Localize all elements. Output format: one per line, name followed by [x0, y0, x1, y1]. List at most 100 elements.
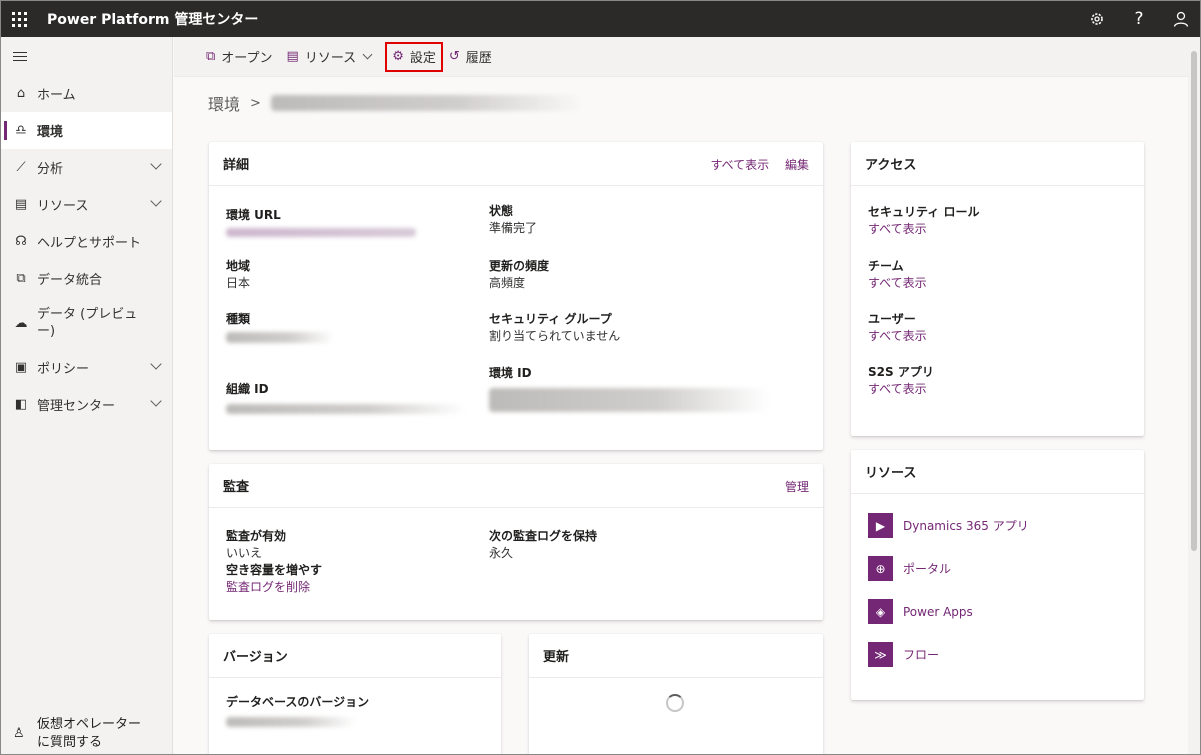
field-label: 環境 ID — [489, 366, 532, 380]
chevron-down-icon[interactable] — [150, 158, 162, 170]
user-icon[interactable] — [1160, 1, 1200, 37]
chevron-down-icon[interactable] — [150, 195, 162, 207]
s2s-apps-see-all-link[interactable]: すべて表示 — [868, 381, 934, 398]
settings-button[interactable]: ⚙ 設定 — [385, 41, 443, 72]
updates-card-title: 更新 — [543, 650, 570, 665]
version-card-title: バージョン — [223, 650, 288, 665]
details-card: 詳細 すべて表示 編集 環境 URL 状態 準備完了 地域 日本 更新の頻度 高… — [209, 142, 823, 450]
policies-icon: ▣ — [14, 360, 28, 375]
help-icon[interactable]: ? — [1118, 1, 1160, 37]
field-audit-retention: 次の監査ログを保持 永久 — [489, 528, 597, 562]
details-card-actions: すべて表示 編集 — [698, 156, 809, 173]
resource-label: Power Apps — [903, 604, 973, 619]
command-bar: ⧉ オープン ▤ リソース ⚙ 設定 ↺ 履歴 — [174, 37, 1189, 77]
vertical-scrollbar[interactable] — [1188, 37, 1200, 754]
virtual-agent-button[interactable]: ♙ 仮想オペレーター に質問する — [1, 716, 173, 752]
resources-dropdown-label: リソース — [304, 51, 357, 66]
field-value: 永久 — [489, 546, 514, 560]
access-teams: チーム すべて表示 — [868, 258, 927, 292]
resources-dropdown[interactable]: ▤ リソース — [286, 43, 373, 71]
field-value: 準備完了 — [489, 221, 538, 235]
resources-card-title: リソース — [865, 466, 917, 481]
breadcrumb-environments[interactable]: 環境 — [208, 91, 240, 115]
history-button[interactable]: ↺ 履歴 — [449, 43, 492, 71]
sidebar-item-data-integration[interactable]: ⧉ データ統合 — [1, 260, 172, 297]
users-see-all-link[interactable]: すべて表示 — [868, 328, 927, 345]
field-value: 高頻度 — [489, 276, 526, 290]
resource-portals[interactable]: ⊕ ポータル — [851, 547, 1144, 590]
access-security-roles: セキュリティ ロール すべて表示 — [868, 204, 979, 238]
dynamics-icon: ▶ — [868, 513, 893, 538]
scrollbar-thumb[interactable] — [1191, 51, 1197, 551]
field-label: セキュリティ ロール — [868, 205, 980, 219]
details-card-header: 詳細 すべて表示 編集 — [209, 142, 823, 186]
app-title[interactable]: Power Platform 管理センター — [47, 9, 258, 29]
environments-icon: ♎ — [15, 123, 27, 138]
admin-centers-icon: ◧ — [14, 397, 28, 412]
resource-label: ポータル — [903, 562, 952, 576]
sidebar-item-label: 環境 — [37, 125, 64, 140]
field-value: 日本 — [226, 276, 251, 290]
sidebar-item-help-support[interactable]: ☊ ヘルプとサポート — [1, 223, 172, 260]
flow-icon: ≫ — [868, 642, 893, 667]
resource-flows[interactable]: ≫ フロー — [851, 633, 1144, 676]
sidebar-item-label: ポリシー — [37, 362, 90, 377]
field-region: 地域 日本 — [226, 258, 250, 292]
resources-icon: ▤ — [14, 197, 28, 212]
sidebar-item-data-preview[interactable]: ☁ データ (プレビュ ー) — [1, 297, 172, 349]
audit-card-actions: 管理 — [773, 478, 809, 495]
resources-icon: ▤ — [286, 49, 299, 64]
resource-power-apps[interactable]: ◈ Power Apps — [851, 590, 1144, 633]
sidebar-item-label: データ (プレビュ ー) — [37, 306, 137, 340]
updates-card-header: 更新 — [529, 634, 823, 678]
environment-id-redacted — [489, 388, 769, 412]
sidebar-item-analytics[interactable]: ⟋ 分析 — [1, 149, 172, 186]
access-users: ユーザー すべて表示 — [868, 311, 927, 345]
field-organization-id: 組織 ID — [226, 381, 466, 419]
field-type: 種類 — [226, 311, 334, 348]
waffle-icon[interactable] — [1, 1, 37, 37]
audit-manage-link[interactable]: 管理 — [785, 480, 809, 494]
field-label: データベースのバージョン — [226, 695, 370, 709]
details-edit-link[interactable]: 編集 — [785, 158, 809, 172]
audit-card-header: 監査 管理 — [209, 464, 823, 508]
type-value-redacted — [226, 332, 334, 343]
virtual-agent-label: 仮想オペレーター に質問する — [37, 716, 141, 752]
chevron-down-icon[interactable] — [150, 358, 162, 370]
field-label: 環境 URL — [226, 208, 281, 222]
hamburger-icon[interactable] — [1, 37, 172, 75]
resource-dynamics-365-apps[interactable]: ▶ Dynamics 365 アプリ — [851, 504, 1144, 547]
loading-spinner-icon — [666, 694, 684, 712]
virtual-agent-label-line1: 仮想オペレーター — [37, 717, 142, 732]
teams-see-all-link[interactable]: すべて表示 — [868, 275, 927, 292]
gear-icon[interactable] — [1076, 1, 1118, 37]
field-value: 割り当てられていません — [489, 329, 621, 343]
details-see-all-link[interactable]: すべて表示 — [710, 158, 769, 172]
version-card: バージョン データベースのバージョン — [209, 634, 501, 754]
field-value: いいえ — [226, 546, 263, 560]
sidebar-item-home[interactable]: ⌂ ホーム — [1, 75, 172, 112]
updates-card: 更新 — [529, 634, 823, 754]
settings-button-label: 設定 — [409, 51, 436, 66]
field-label: 次の監査ログを保持 — [489, 529, 598, 543]
environment-url-redacted — [226, 228, 416, 237]
audit-card-title: 監査 — [223, 480, 250, 495]
version-card-header: バージョン — [209, 634, 501, 678]
open-button-label: オープン — [221, 51, 273, 66]
delete-audit-logs-link[interactable]: 監査ログを削除 — [226, 579, 322, 596]
field-state: 状態 準備完了 — [489, 203, 537, 237]
chevron-down-icon[interactable] — [150, 395, 162, 407]
sidebar-item-environments[interactable]: ♎ 環境 — [1, 112, 172, 149]
resource-label: フロー — [903, 648, 940, 662]
access-s2s-apps: S2S アプリ すべて表示 — [868, 364, 934, 398]
open-button[interactable]: ⧉ オープン — [206, 43, 273, 71]
security-roles-see-all-link[interactable]: すべて表示 — [868, 221, 979, 238]
field-label: S2S アプリ — [868, 365, 934, 379]
sidebar-item-label: 管理センター — [37, 399, 116, 414]
sidebar-item-admin-centers[interactable]: ◧ 管理センター — [1, 386, 172, 423]
field-label: 地域 — [226, 259, 251, 273]
data-preview-icon: ☁ — [14, 315, 28, 331]
sidebar-item-policies[interactable]: ▣ ポリシー — [1, 349, 172, 386]
sidebar-item-resources[interactable]: ▤ リソース — [1, 186, 172, 223]
portal-globe-icon: ⊕ — [868, 556, 893, 581]
